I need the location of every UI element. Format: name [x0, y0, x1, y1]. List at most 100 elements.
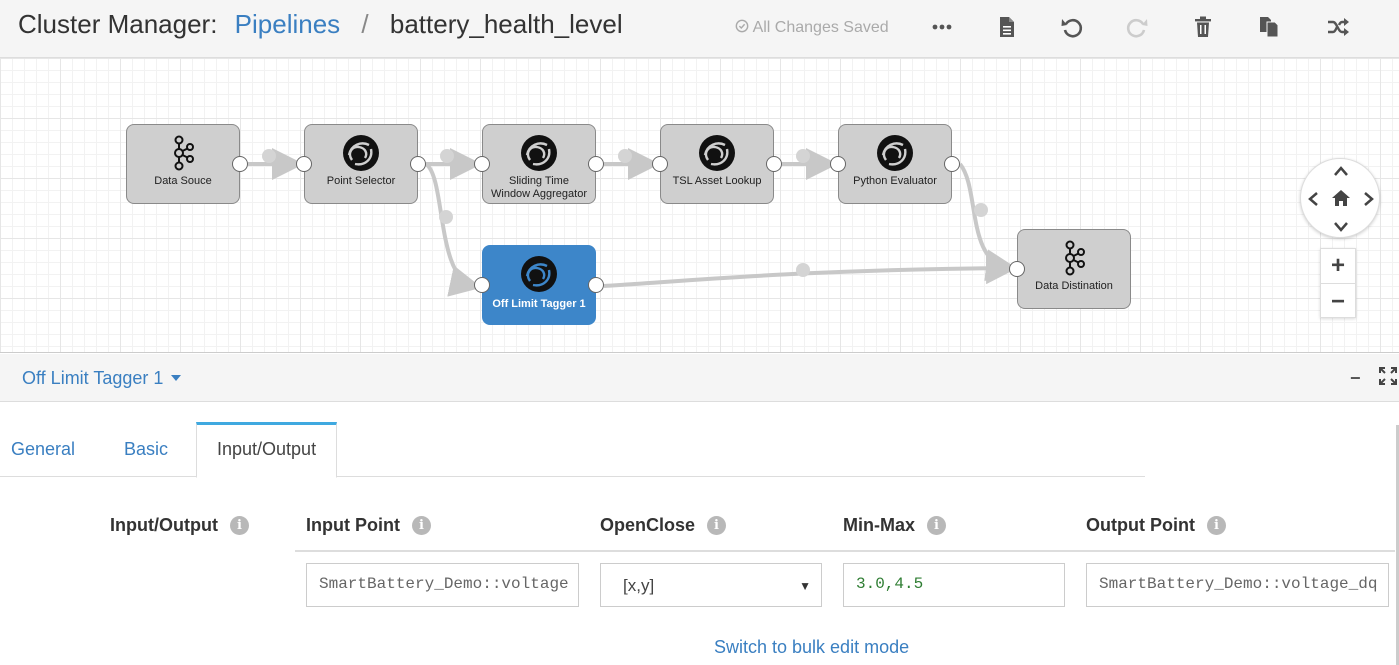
pipelines-link[interactable]: Pipelines	[235, 9, 341, 39]
row-label-text: Input/Output	[110, 515, 218, 535]
tab-input-output[interactable]: Input/Output	[196, 422, 338, 478]
stage-label: Sliding Time Window Aggregator	[483, 175, 595, 201]
pan-down-icon[interactable]	[1333, 221, 1349, 237]
column-header-min-max: Min-Max i	[843, 515, 946, 536]
tab-basic[interactable]: Basic	[124, 422, 168, 477]
zoom-control: + −	[1320, 248, 1356, 318]
column-header-text: Output Point	[1086, 515, 1195, 535]
zoom-out-button[interactable]: −	[1321, 284, 1355, 319]
stage-label: Off Limit Tagger 1	[492, 298, 586, 310]
stage-label: Data Distination	[1035, 280, 1113, 292]
input-port[interactable]	[652, 156, 668, 172]
column-header-input-point: Input Point i	[306, 515, 431, 536]
home-icon[interactable]	[1331, 188, 1351, 212]
minimize-panel-button[interactable]: −	[1350, 368, 1361, 389]
connection-badge	[262, 149, 276, 163]
pan-left-icon[interactable]	[1307, 191, 1319, 211]
stage-icon	[521, 135, 557, 171]
stage-data-source[interactable]: Data Souce	[126, 124, 248, 204]
auto-arrange-button[interactable]	[1322, 11, 1354, 43]
info-icon[interactable]: i	[1206, 516, 1226, 535]
more-button[interactable]	[926, 11, 958, 43]
undo-icon	[1061, 18, 1083, 38]
row-label-input-output: Input/Output i	[110, 515, 249, 536]
document-icon	[1000, 17, 1014, 37]
caret-down-icon	[171, 375, 182, 381]
info-icon[interactable]: i	[707, 516, 727, 535]
document-button[interactable]	[991, 11, 1023, 43]
info-icon[interactable]: i	[411, 516, 431, 535]
header-divider	[295, 550, 1395, 552]
delete-button[interactable]	[1187, 11, 1219, 43]
output-port[interactable]	[232, 156, 248, 172]
undo-button[interactable]	[1056, 11, 1088, 43]
header-bar: Cluster Manager: Pipelines / battery_hea…	[0, 0, 1399, 58]
input-port[interactable]	[1009, 261, 1025, 277]
save-status: All Changes Saved	[735, 19, 889, 37]
select-caret-icon: ▼	[799, 579, 811, 593]
stage-selector-dropdown[interactable]: Off Limit Tagger 1	[22, 368, 182, 389]
breadcrumb: Cluster Manager: Pipelines / battery_hea…	[18, 9, 623, 40]
connection-badge	[796, 149, 810, 163]
bulk-edit-link[interactable]: Switch to bulk edit mode	[714, 637, 909, 658]
input-port[interactable]	[474, 277, 490, 293]
output-port[interactable]	[588, 156, 604, 172]
output-port[interactable]	[588, 277, 604, 293]
connection-line	[424, 162, 482, 297]
input-point-field[interactable]: SmartBattery_Demo::voltage	[306, 563, 579, 607]
stage-data-destination[interactable]: Data Distination	[1009, 229, 1131, 309]
connection-line	[603, 252, 1018, 288]
input-port[interactable]	[474, 156, 490, 172]
app-title: Cluster Manager:	[18, 9, 218, 39]
output-port[interactable]	[410, 156, 426, 172]
redo-icon	[1126, 18, 1148, 38]
openclose-value: [x,y]	[623, 576, 655, 595]
stage-label-line: Sliding Time	[509, 175, 569, 187]
tab-general[interactable]: General	[11, 422, 75, 477]
output-point-field[interactable]: SmartBattery_Demo::voltage_dq	[1086, 563, 1389, 607]
redo-button[interactable]	[1121, 11, 1153, 43]
pan-right-icon[interactable]	[1363, 191, 1375, 211]
maximize-icon[interactable]	[1378, 366, 1398, 386]
connection-badge	[440, 149, 454, 163]
stage-point-selector[interactable]: Point Selector	[296, 124, 426, 204]
input-port[interactable]	[296, 156, 312, 172]
input-port[interactable]	[830, 156, 846, 172]
pan-control	[1300, 158, 1380, 238]
connection-badge	[796, 263, 810, 277]
stage-python-evaluator[interactable]: Python Evaluator	[830, 124, 960, 204]
info-icon[interactable]: i	[229, 516, 249, 535]
connection-badge	[974, 203, 988, 217]
stage-label: TSL Asset Lookup	[672, 175, 762, 187]
stage-label: Data Souce	[154, 175, 212, 187]
info-icon[interactable]: i	[927, 516, 946, 535]
output-port[interactable]	[944, 156, 960, 172]
column-header-text: OpenClose	[600, 515, 696, 535]
save-status-text: All Changes Saved	[752, 19, 889, 36]
stage-label: Python Evaluator	[853, 175, 937, 187]
more-icon	[932, 24, 952, 30]
connections-layer	[248, 148, 1018, 297]
stage-sliding-window-aggregator[interactable]: Sliding Time Window Aggregator	[474, 124, 604, 204]
duplicate-button[interactable]	[1253, 11, 1285, 43]
connection-badge	[618, 149, 632, 163]
pan-up-icon[interactable]	[1333, 165, 1349, 181]
stage-selector-label: Off Limit Tagger 1	[22, 368, 164, 388]
stage-panel-header: Off Limit Tagger 1 −	[0, 354, 1399, 402]
shuffle-icon	[1328, 18, 1349, 36]
stage-off-limit-tagger[interactable]: Off Limit Tagger 1	[474, 245, 604, 325]
min-max-field[interactable]: 3.0,4.5	[843, 563, 1065, 607]
kafka-icon	[174, 135, 194, 171]
stage-tsl-asset-lookup[interactable]: TSL Asset Lookup	[652, 124, 782, 204]
connection-badge	[439, 210, 453, 224]
config-tabs: General Basic Input/Output	[0, 422, 1145, 478]
openclose-select[interactable]: [x,y] ▼	[600, 563, 822, 607]
output-port[interactable]	[766, 156, 782, 172]
stage-icon	[521, 256, 557, 292]
column-header-openclose: OpenClose i	[600, 515, 727, 536]
zoom-in-button[interactable]: +	[1321, 249, 1355, 284]
pipeline-canvas[interactable]: Data Souce Point Selector Sliding Time W…	[0, 58, 1399, 353]
column-header-text: Input Point	[306, 515, 400, 535]
breadcrumb-separator: /	[361, 9, 369, 39]
pipeline-name: battery_health_level	[389, 9, 623, 39]
